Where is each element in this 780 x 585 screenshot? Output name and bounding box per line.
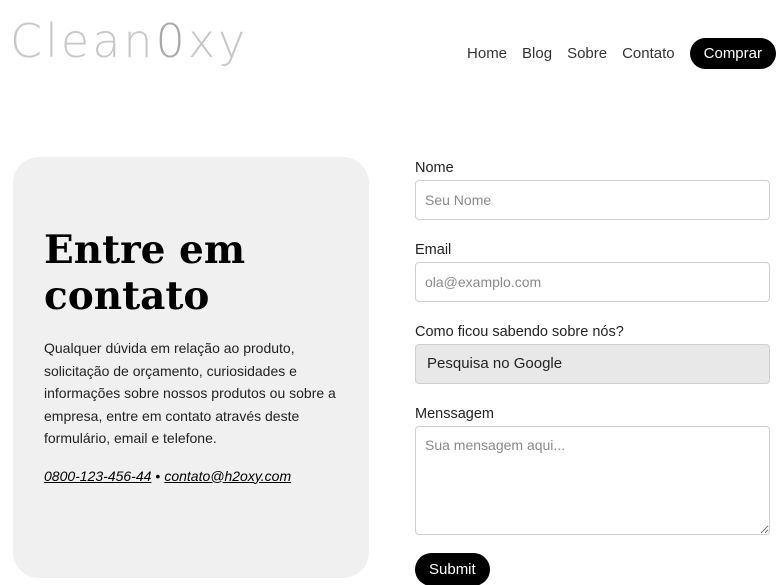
name-input[interactable] <box>415 180 770 220</box>
contact-description: Qualquer dúvida em relação ao produto, s… <box>44 340 336 446</box>
logo-text-xy: xy <box>187 14 249 68</box>
contact-page: Clean0xy Home Blog Sobre Contato Comprar… <box>0 0 780 585</box>
name-label: Nome <box>415 160 454 176</box>
cleanoxy-logo[interactable]: Clean0xy <box>10 18 248 64</box>
source-selected-value: Pesquisa no Google <box>427 355 563 372</box>
nav-link-home[interactable]: Home <box>467 45 507 62</box>
logo-text-o: 0 <box>155 14 188 68</box>
logo-text-clean: Clean <box>10 14 156 68</box>
phone-link[interactable]: 0800-123-456-44 <box>44 468 151 484</box>
message-label: Menssagem <box>415 406 494 422</box>
source-select[interactable]: Pesquisa no Google <box>415 344 770 384</box>
email-input[interactable] <box>415 262 770 302</box>
submit-button[interactable]: Submit <box>415 553 490 585</box>
email-link[interactable]: contato@h2oxy.com <box>164 468 291 484</box>
nav-link-contato[interactable]: Contato <box>622 45 675 62</box>
main-nav: Home Blog Sobre Contato Comprar <box>467 38 776 69</box>
email-label: Email <box>415 242 452 258</box>
contact-form: Nome Email Como ficou sabendo sobre nós?… <box>415 160 770 585</box>
contact-links: 0800-123-456-44 • contato@h2oxy.com <box>44 468 339 484</box>
source-label: Como ficou sabendo sobre nós? <box>415 324 624 340</box>
contact-separator: • <box>155 467 161 484</box>
page-title: Entre em contato <box>44 227 246 319</box>
nav-link-blog[interactable]: Blog <box>522 45 552 62</box>
message-textarea[interactable] <box>415 426 770 535</box>
comprar-button[interactable]: Comprar <box>689 38 776 69</box>
nav-link-sobre[interactable]: Sobre <box>567 45 607 62</box>
contact-info-card: Entre em contato Qualquer dúvida em rela… <box>13 157 369 578</box>
